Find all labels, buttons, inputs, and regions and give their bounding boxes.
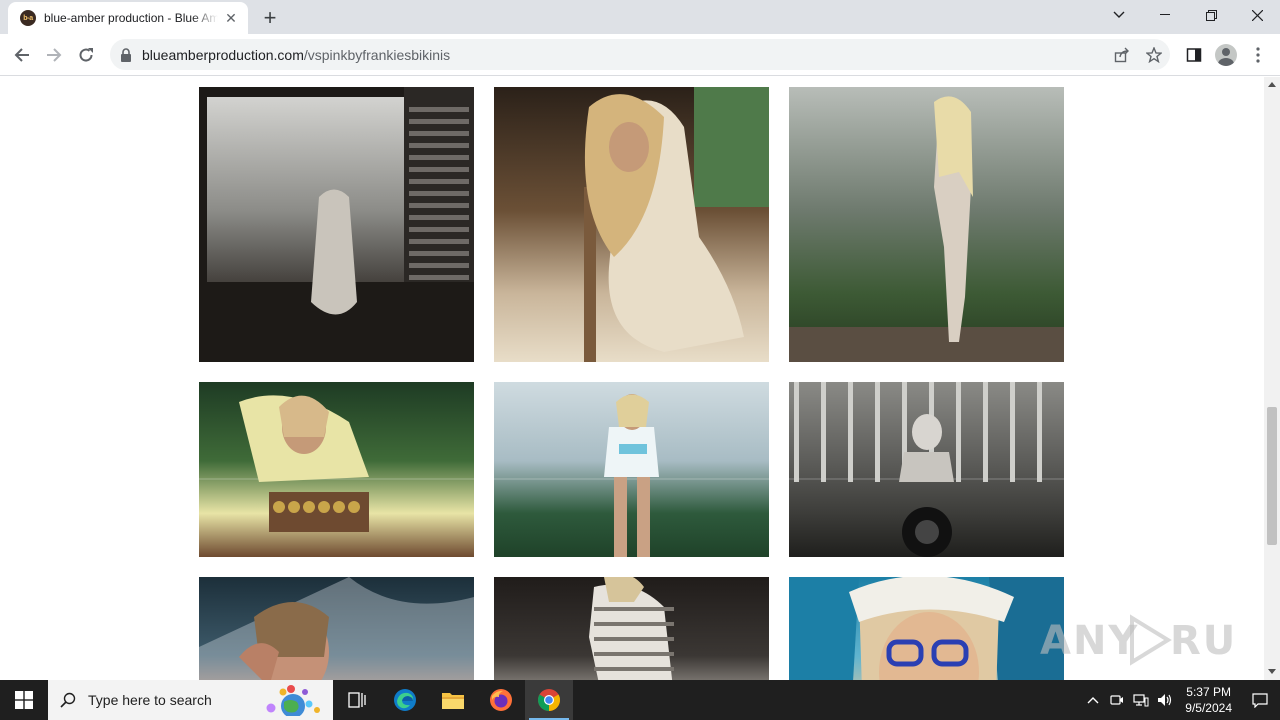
photo-woman-blue-glasses[interactable] bbox=[789, 577, 1064, 680]
vertical-scrollbar[interactable] bbox=[1264, 77, 1280, 680]
tab-search-icon[interactable] bbox=[1096, 0, 1142, 30]
reload-icon[interactable] bbox=[72, 41, 100, 69]
url-path: /vspinkbyfrankiesbikinis bbox=[303, 46, 451, 63]
photo-woman-waterfall[interactable] bbox=[199, 577, 474, 680]
close-window-icon[interactable] bbox=[1234, 0, 1280, 30]
taskbar-clock[interactable]: 5:37 PM 9/5/2024 bbox=[1177, 684, 1240, 716]
photo-woman-motorcycle-bw[interactable] bbox=[789, 382, 1064, 557]
taskbar-search-input[interactable]: Type here to search bbox=[48, 680, 333, 720]
photo-woman-cloudy-sky[interactable] bbox=[494, 382, 769, 557]
clock-date: 9/5/2024 bbox=[1185, 701, 1232, 715]
tab-title: blue-amber production - Blue Amber bbox=[44, 11, 218, 25]
photo-woman-window-bw[interactable] bbox=[199, 87, 474, 362]
chrome-icon[interactable] bbox=[525, 680, 573, 720]
side-panel-icon[interactable] bbox=[1180, 41, 1208, 69]
scrollbar-thumb[interactable] bbox=[1267, 407, 1277, 545]
search-placeholder: Type here to search bbox=[88, 692, 212, 708]
address-bar[interactable]: blueamberproduction.com/vspinkbyfrankies… bbox=[110, 39, 1170, 70]
new-tab-button[interactable]: + bbox=[256, 5, 284, 30]
chevron-up-icon[interactable] bbox=[1081, 680, 1105, 720]
windows-taskbar: Type here to search 5:37 PM 9/5/2024 bbox=[0, 680, 1280, 720]
edge-icon[interactable] bbox=[381, 680, 429, 720]
svg-text:RUN: RUN bbox=[1170, 618, 1240, 664]
page-viewport bbox=[0, 77, 1264, 680]
tab-strip: b-a blue-amber production - Blue Amber ✕… bbox=[0, 0, 1280, 34]
minimize-icon[interactable] bbox=[1142, 0, 1188, 30]
arrow-left-icon[interactable] bbox=[8, 41, 36, 69]
search-highlight-icon bbox=[266, 685, 320, 716]
volume-icon[interactable] bbox=[1153, 680, 1177, 720]
firefox-icon[interactable] bbox=[477, 680, 525, 720]
photo-woman-chair-interior[interactable] bbox=[494, 87, 769, 362]
profile-icon[interactable] bbox=[1212, 41, 1240, 69]
photo-woman-yellow-sweater[interactable] bbox=[199, 382, 474, 557]
restore-icon[interactable] bbox=[1188, 0, 1234, 30]
close-tab-icon[interactable]: ✕ bbox=[222, 9, 240, 27]
kebab-menu-icon[interactable] bbox=[1244, 41, 1272, 69]
network-icon[interactable] bbox=[1129, 680, 1153, 720]
share-icon[interactable] bbox=[1110, 43, 1134, 67]
url-domain: blueamberproduction.com bbox=[142, 46, 304, 63]
browser-toolbar: blueamberproduction.com/vspinkbyfrankies… bbox=[0, 34, 1280, 76]
svg-text:ANY: ANY bbox=[1040, 618, 1139, 664]
clock-time: 5:37 PM bbox=[1186, 685, 1231, 699]
system-tray: 5:37 PM 9/5/2024 bbox=[1081, 680, 1280, 720]
arrow-right-icon[interactable] bbox=[40, 41, 68, 69]
file-explorer-icon[interactable] bbox=[429, 680, 477, 720]
windows-start-icon[interactable] bbox=[0, 680, 48, 720]
lock-icon[interactable] bbox=[120, 47, 132, 62]
search-icon bbox=[60, 692, 76, 708]
watermark-graphic: ANY RUN bbox=[1040, 614, 1271, 666]
photo-woman-jungle-overlook[interactable] bbox=[789, 87, 1064, 362]
favicon-text: b-a bbox=[23, 14, 33, 22]
browser-tab[interactable]: b-a blue-amber production - Blue Amber ✕ bbox=[8, 2, 248, 34]
scroll-up-icon[interactable] bbox=[1268, 82, 1276, 87]
watermark-logo: ANY RUN bbox=[1040, 610, 1271, 681]
avatar bbox=[1215, 44, 1237, 66]
meet-now-icon[interactable] bbox=[1105, 680, 1129, 720]
site-favicon-icon: b-a bbox=[20, 10, 36, 26]
scroll-down-icon[interactable] bbox=[1268, 669, 1276, 674]
photo-woman-striped-shirt[interactable] bbox=[494, 577, 769, 680]
url-text[interactable]: blueamberproduction.com/vspinkbyfrankies… bbox=[142, 47, 450, 63]
task-view-icon[interactable] bbox=[333, 680, 381, 720]
notifications-icon[interactable] bbox=[1240, 680, 1280, 720]
star-icon[interactable] bbox=[1142, 43, 1166, 67]
